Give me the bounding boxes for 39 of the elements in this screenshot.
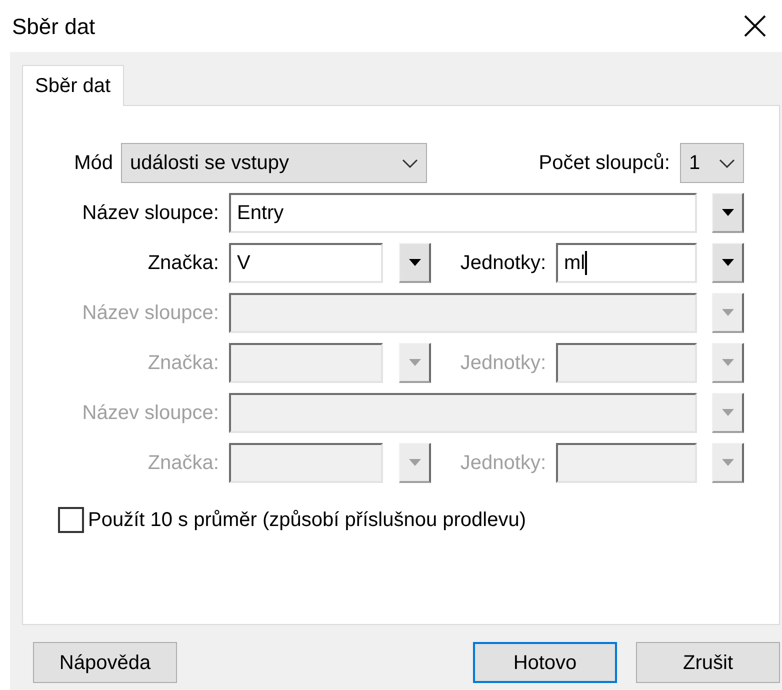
units-label: Jednotky: bbox=[459, 351, 547, 376]
symbol-label: Značka: bbox=[146, 351, 220, 376]
dialog-button[interactable]: Nápověda bbox=[33, 642, 177, 683]
dialog-button[interactable]: Hotovo bbox=[473, 642, 617, 683]
checkbox-label: Použít 10 s průměr (způsobí příslušnou prodlevu) bbox=[88, 508, 526, 533]
tab[interactable]: Sběr dat bbox=[22, 65, 124, 106]
caret-icon bbox=[722, 309, 734, 316]
column-count-select[interactable]: 1 bbox=[680, 143, 744, 183]
column-name-label: Název sloupce: bbox=[81, 301, 220, 326]
dialog-button[interactable]: Zrušit bbox=[636, 642, 780, 683]
caret-icon bbox=[722, 459, 734, 466]
close-icon bbox=[744, 15, 766, 37]
column-count-label: Počet sloupců: bbox=[538, 151, 671, 176]
caret-icon bbox=[408, 459, 420, 466]
column-name-label: Název sloupce: bbox=[81, 201, 220, 226]
chevron-down-icon bbox=[402, 158, 418, 168]
caret-icon bbox=[722, 409, 734, 416]
dropdown-button[interactable] bbox=[712, 193, 744, 233]
window-title: Sběr dat bbox=[12, 12, 96, 40]
units-label: Jednotky: bbox=[459, 451, 547, 476]
units-label: Jednotky: bbox=[459, 251, 547, 276]
mode-select[interactable]: události se vstupy bbox=[121, 143, 427, 183]
symbol-label: Značka: bbox=[146, 251, 220, 276]
caret-icon bbox=[408, 259, 420, 266]
caret-icon bbox=[722, 259, 734, 266]
caret-icon bbox=[722, 209, 734, 216]
mode-label: Mód bbox=[73, 151, 114, 176]
text-cursor bbox=[585, 251, 588, 275]
caret-icon bbox=[722, 359, 734, 366]
checkbox[interactable] bbox=[58, 507, 84, 533]
symbol-field[interactable]: V bbox=[229, 243, 383, 283]
dropdown-button[interactable] bbox=[712, 243, 744, 283]
caret-icon bbox=[408, 359, 420, 366]
dropdown-button[interactable] bbox=[399, 243, 431, 283]
column-name-label: Název sloupce: bbox=[81, 401, 220, 426]
chevron-down-icon bbox=[719, 158, 735, 168]
symbol-label: Značka: bbox=[146, 451, 220, 476]
units-field[interactable]: ml bbox=[556, 243, 697, 283]
column-name-field[interactable]: Entry bbox=[229, 193, 697, 233]
